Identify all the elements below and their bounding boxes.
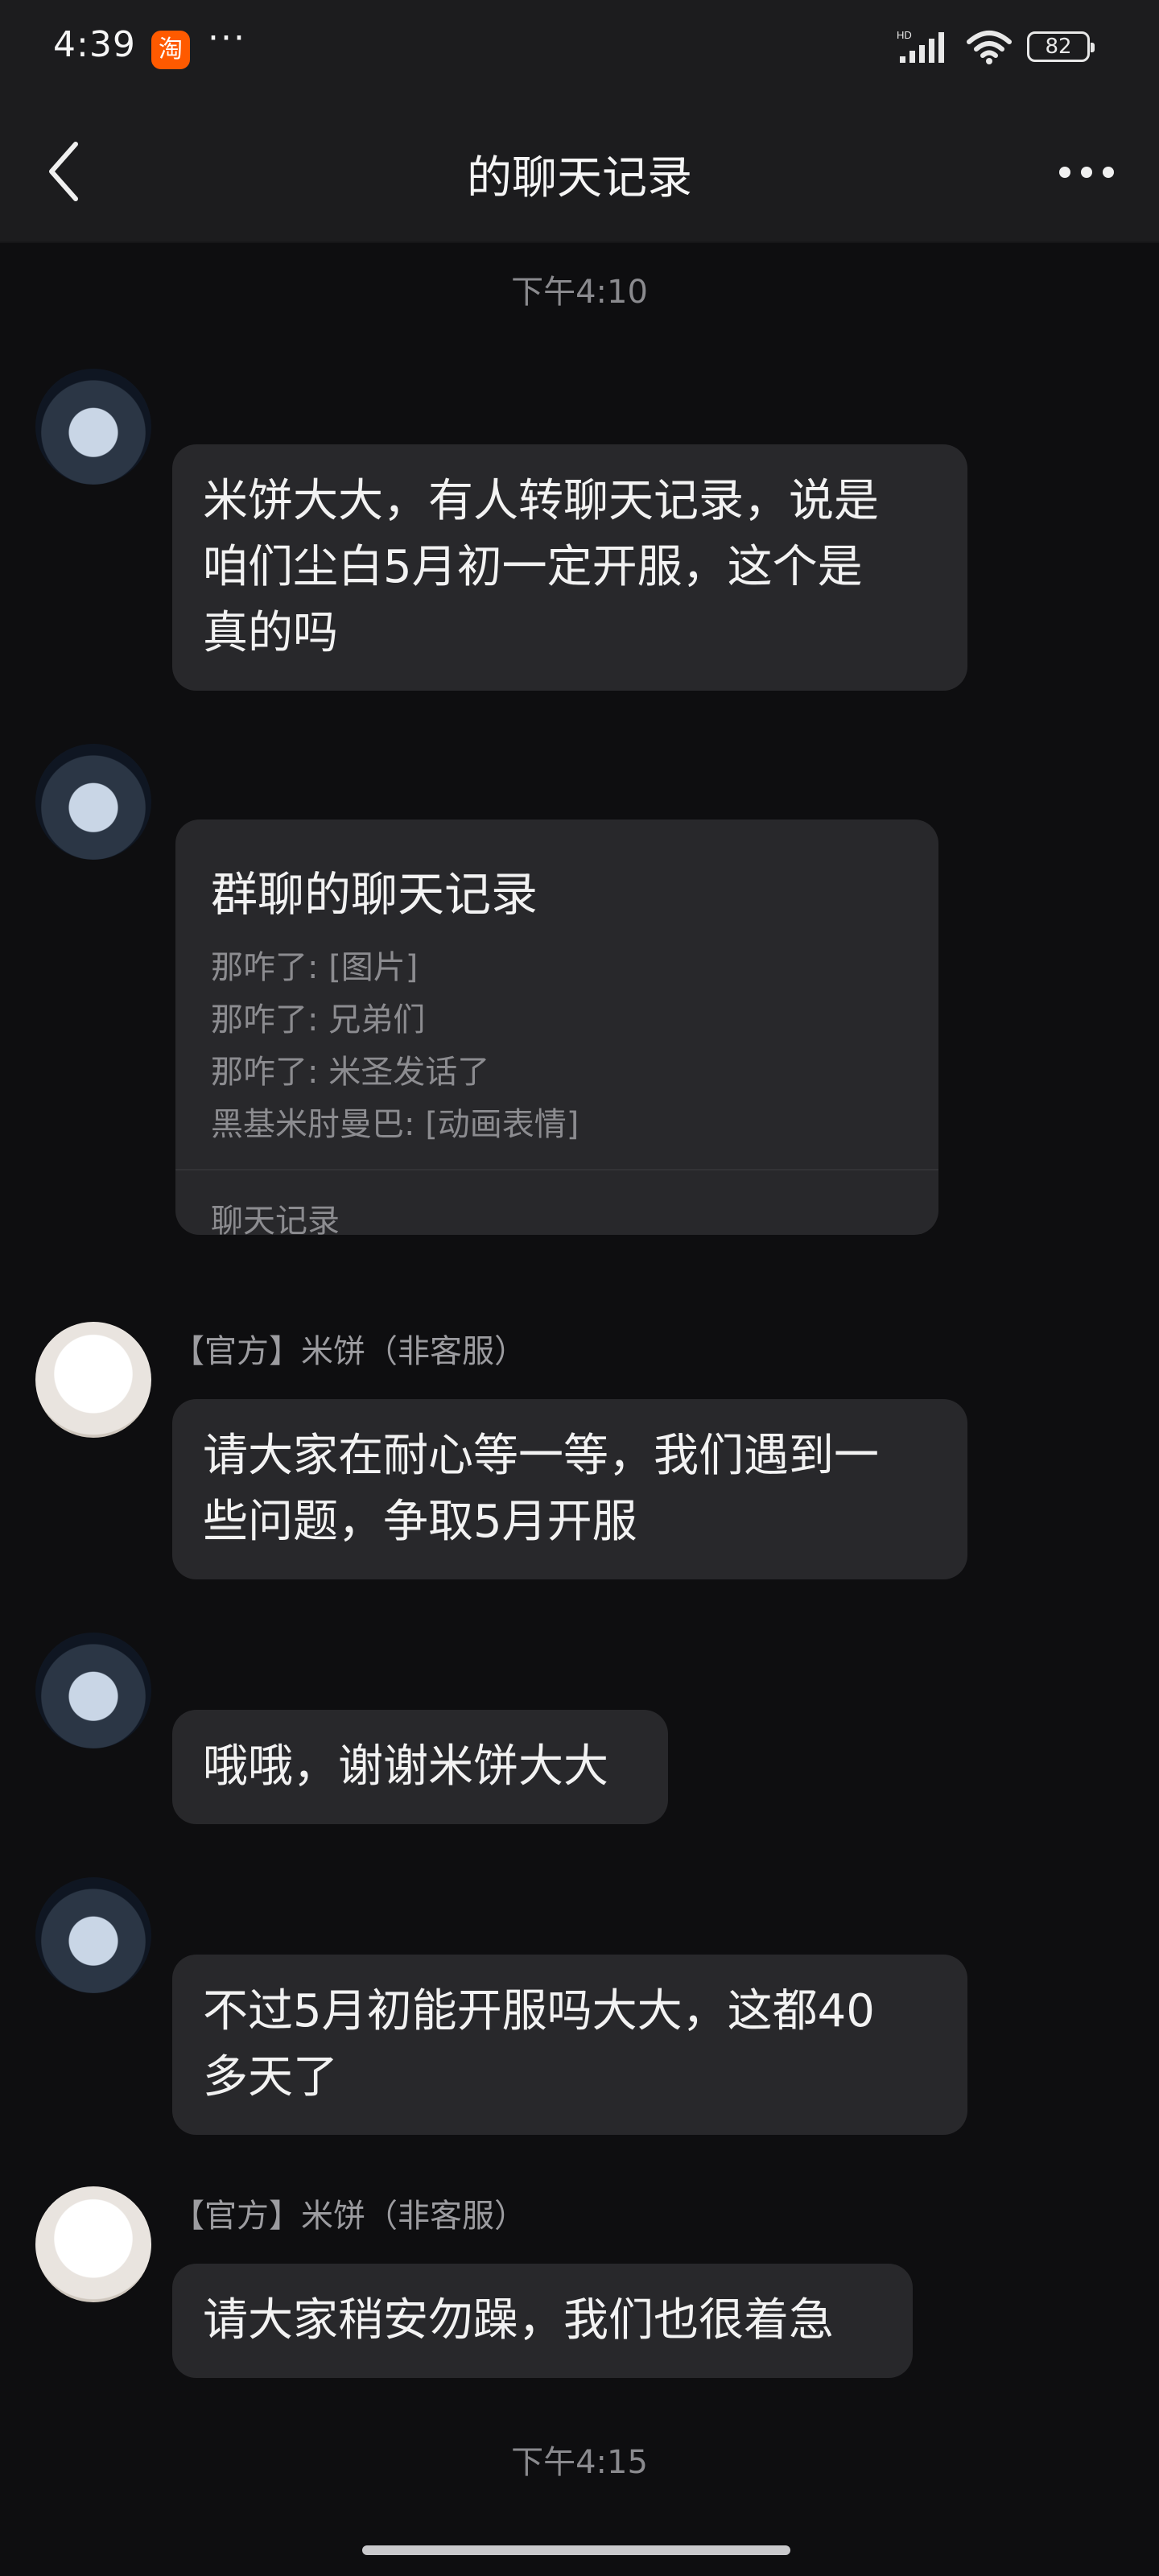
home-indicator[interactable] [362,2545,790,2555]
avatar[interactable] [35,744,151,860]
status-right: HD 82 [897,29,1095,64]
svg-text:HD: HD [897,29,912,41]
message-bubble[interactable]: 不过5月初能开服吗大大，这都40 多天了 [172,1955,967,2135]
battery-icon: 82 [1027,31,1095,62]
taobao-app-icon: 淘 [151,31,190,69]
message-line: 哦哦，谢谢米饼大大 [203,1740,608,1793]
message-line: 请大家在耐心等一等，我们遇到一 [203,1430,879,1482]
timestamp: 下午4:15 [511,2444,648,2481]
card-preview-line: 那咋了: 米圣发话了 [211,1054,490,1091]
message-line: 些问题，争取5月开服 [203,1496,637,1548]
message-line: 米饼大大，有人转聊天记录，说是 [203,475,879,527]
message-bubble[interactable]: 哦哦，谢谢米饼大大 [172,1710,668,1824]
message-line: 请大家稍安勿躁，我们也很着急 [203,2294,834,2347]
avatar[interactable] [35,1877,151,1993]
message-line: 不过5月初能开服吗大大，这都40 [203,1985,875,2037]
message-line: 真的吗 [203,607,338,659]
sender-name: 【官方】米饼（非客服） [172,2198,526,2235]
avatar[interactable] [35,369,151,485]
card-title: 群聊的聊天记录 [211,867,538,922]
message-bubble[interactable]: 请大家稍安勿躁，我们也很着急 [172,2264,913,2378]
message-line: 咱们尘白5月初一定开服，这个是 [203,541,863,593]
status-time: 4:39 [53,24,136,65]
avatar[interactable] [35,2186,151,2302]
forwarded-chat-card[interactable]: 群聊的聊天记录 那咋了: [图片] 那咋了: 兄弟们 那咋了: 米圣发话了 黑基… [175,819,938,1240]
card-preview-line: 那咋了: 兄弟们 [211,1001,426,1038]
avatar[interactable] [35,1322,151,1438]
message-line: 多天了 [203,2051,338,2103]
page-title: 的聊天记录 [467,152,692,204]
card-preview-line: 黑基米肘曼巴: [动画表情] [211,1106,580,1143]
chat-history-screen: 4:39 淘 ··· HD 82 的聊天记录 下午4:10 米饼大大，有人转聊天… [0,0,1159,2576]
header-divider [0,242,1159,243]
timestamp: 下午4:10 [511,274,648,311]
top-nav-bar: 的聊天记录 [0,100,1159,242]
more-horizontal-icon [1059,167,1114,178]
message-bubble[interactable]: 米饼大大，有人转聊天记录，说是 咱们尘白5月初一定开服，这个是 真的吗 [172,444,967,691]
status-bar: 4:39 淘 ··· HD 82 [0,0,1159,100]
message-bubble[interactable]: 请大家在耐心等一等，我们遇到一 些问题，争取5月开服 [172,1399,967,1579]
avatar[interactable] [35,1633,151,1748]
card-footer-label: 聊天记录 [211,1203,340,1240]
battery-level: 82 [1045,35,1072,59]
sender-name: 【官方】米饼（非客服） [172,1333,526,1370]
wifi-icon [967,31,1012,64]
signal-icon: HD [897,29,944,63]
notification-more-icon: ··· [208,18,246,59]
card-preview-line: 那咋了: [图片] [211,949,419,986]
more-options-button[interactable] [1046,140,1127,204]
card-divider [175,1169,938,1170]
